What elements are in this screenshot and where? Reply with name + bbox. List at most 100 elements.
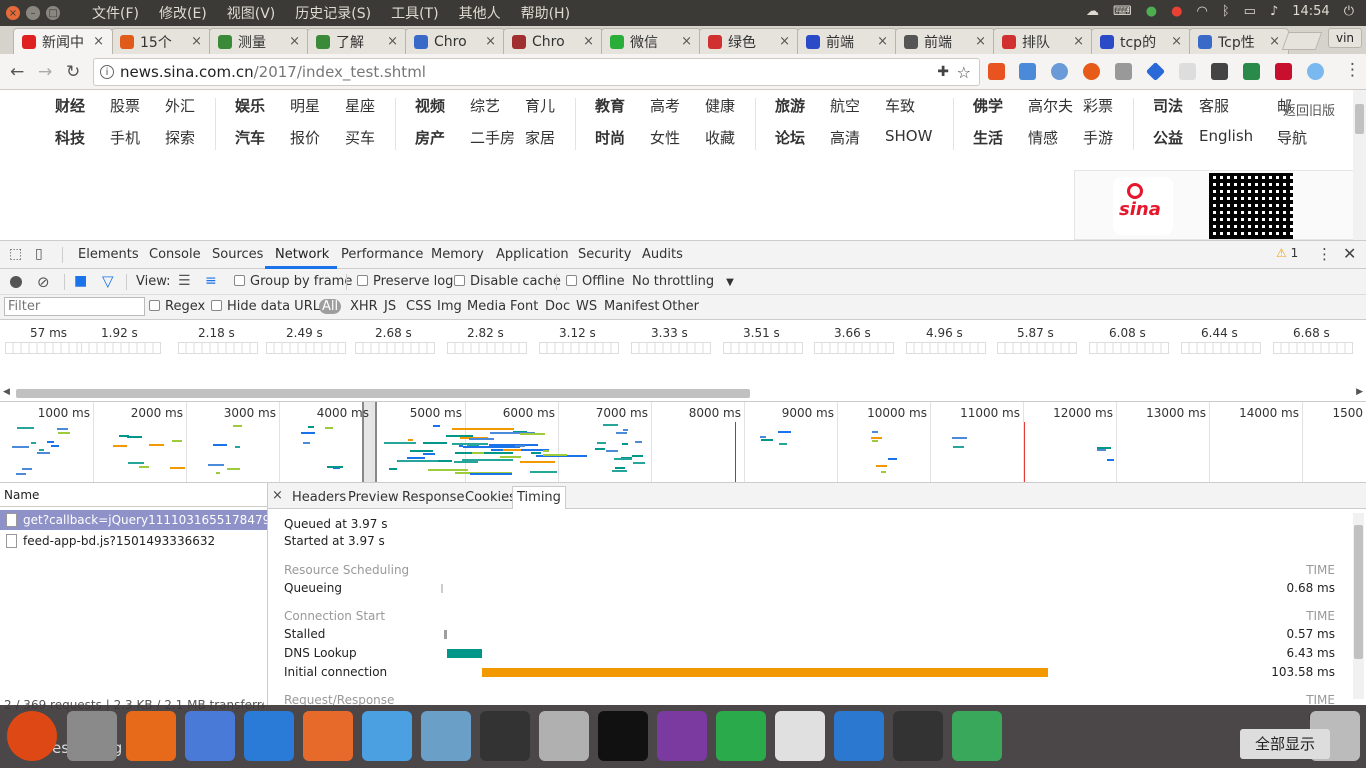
sina-nav-link[interactable]: 情感 — [1028, 127, 1058, 148]
extension-puzzle-icon[interactable]: ✚ — [937, 64, 949, 80]
sina-nav-link[interactable]: 论坛 — [775, 127, 805, 148]
telegram-tray-icon[interactable]: ● — [1146, 4, 1157, 19]
sina-nav-link[interactable]: 探索 — [165, 127, 195, 148]
filmstrip-frame[interactable] — [266, 342, 346, 354]
type-filter-xhr[interactable]: XHR — [350, 299, 378, 314]
keyboard-icon[interactable]: ⌨ — [1113, 4, 1132, 19]
browser-tab-12[interactable]: Tcp性 × — [1189, 28, 1289, 54]
menu-item-3[interactable]: 历史记录(S) — [295, 3, 371, 23]
filmstrip-frame[interactable] — [539, 342, 619, 354]
type-filter-other[interactable]: Other — [662, 299, 699, 314]
page-scrollbar[interactable] — [1353, 90, 1366, 240]
group-by-frame-checkbox[interactable]: Group by frame — [234, 274, 352, 289]
browser-tab-3[interactable]: 了解 × — [307, 28, 407, 54]
chrome-tray-icon[interactable]: ● — [1171, 4, 1182, 19]
maximize-window-icon[interactable]: □ — [46, 6, 60, 20]
browser-tab-7[interactable]: 绿色 × — [699, 28, 799, 54]
files-icon[interactable] — [67, 711, 117, 761]
sina-nav-link[interactable]: 科技 — [55, 127, 85, 148]
sina-weibo-logo[interactable]: sina — [1113, 177, 1173, 235]
extension-11-icon[interactable] — [1307, 63, 1324, 80]
firefox-icon[interactable] — [126, 711, 176, 761]
sina-nav-link[interactable]: 佛学 — [973, 95, 1003, 116]
battery-icon[interactable]: ▭ — [1244, 4, 1256, 19]
sina-nav-link[interactable]: 视频 — [415, 95, 445, 116]
filmstrip-frame[interactable] — [906, 342, 986, 354]
type-filter-manifest[interactable]: Manifest — [604, 299, 659, 314]
wifi-icon[interactable]: ◠ — [1196, 4, 1207, 19]
tab-close-icon[interactable]: × — [583, 34, 594, 49]
type-filter-js[interactable]: JS — [384, 299, 396, 314]
browser-tab-1[interactable]: 15个 × — [111, 28, 211, 54]
sina-nav-link[interactable]: 报价 — [290, 127, 320, 148]
show-all-button[interactable]: 全部显示 — [1240, 729, 1330, 759]
devtools-tab-elements[interactable]: Elements — [78, 247, 139, 262]
filmstrip-scrollbar[interactable]: ◀ ▶ — [0, 386, 1366, 401]
filmstrip-frame[interactable] — [5, 342, 85, 354]
menu-item-0[interactable]: 文件(F) — [92, 3, 139, 23]
list-view-icon[interactable]: ☰ — [178, 273, 191, 289]
tab-close-icon[interactable]: × — [1171, 34, 1182, 49]
menu-item-5[interactable]: 其他人 — [459, 3, 501, 23]
tab-close-icon[interactable]: × — [681, 34, 692, 49]
extension-4-icon[interactable] — [1083, 63, 1100, 80]
sina-nav-link[interactable]: 综艺 — [470, 95, 500, 116]
filmstrip-frame[interactable] — [814, 342, 894, 354]
request-row[interactable]: get?callback=jQuery11110316551784791... — [0, 510, 267, 530]
filmstrip-frame[interactable] — [355, 342, 435, 354]
browser-tab-4[interactable]: Chro × — [405, 28, 505, 54]
profile-button[interactable]: vin — [1328, 28, 1362, 48]
wps-presentation-icon[interactable] — [303, 711, 353, 761]
bluetooth-icon[interactable]: ᛒ — [1222, 4, 1230, 19]
type-filter-css[interactable]: CSS — [406, 299, 432, 314]
office-extension-icon[interactable] — [988, 63, 1005, 80]
tab-close-icon[interactable]: × — [289, 34, 300, 49]
sina-nav-link[interactable]: 彩票 — [1083, 95, 1113, 116]
filmstrip-frame[interactable] — [631, 342, 711, 354]
network-overview[interactable]: 1000 ms 2000 ms 3000 ms 4000 ms 5000 ms 6000 … — [0, 401, 1366, 483]
extension-5-icon[interactable] — [1115, 63, 1132, 80]
sina-nav-link[interactable]: 买车 — [345, 127, 375, 148]
return-old-version-link[interactable]: 返回旧版 — [1283, 100, 1335, 119]
chromium-icon[interactable] — [185, 711, 235, 761]
sina-nav-link[interactable]: 股票 — [110, 95, 140, 116]
sina-nav-link[interactable]: 汽车 — [235, 127, 265, 148]
purple-app-icon[interactable] — [657, 711, 707, 761]
regex-checkbox[interactable]: Regex — [149, 299, 205, 314]
devtools-tab-sources[interactable]: Sources — [212, 247, 263, 262]
sina-nav-link[interactable]: 明星 — [290, 95, 320, 116]
sina-nav-link[interactable]: 家居 — [525, 127, 555, 148]
browser-tab-9[interactable]: 前端 × — [895, 28, 995, 54]
sina-nav-link[interactable]: 导航 — [1277, 127, 1307, 148]
devtools-tab-security[interactable]: Security — [578, 247, 631, 262]
close-detail-icon[interactable]: × — [272, 488, 283, 503]
settings-icon[interactable] — [539, 711, 589, 761]
tab-close-icon[interactable]: × — [779, 34, 790, 49]
sina-nav-link[interactable]: 旅游 — [775, 95, 805, 116]
disable-cache-checkbox[interactable]: Disable cache — [454, 274, 561, 289]
sina-nav-link[interactable]: 收藏 — [705, 127, 735, 148]
waterfall-view-icon[interactable]: ≡ — [205, 273, 217, 289]
sina-nav-link[interactable]: 时尚 — [595, 127, 625, 148]
uk-software-icon[interactable] — [362, 711, 412, 761]
webstorm-icon[interactable] — [598, 711, 648, 761]
forward-arrow-icon[interactable]: → — [38, 62, 52, 82]
extension-7-icon[interactable] — [1179, 63, 1196, 80]
filter-input[interactable] — [4, 297, 145, 316]
name-column-header[interactable]: Name — [0, 483, 267, 507]
back-arrow-icon[interactable]: ← — [10, 62, 24, 82]
sina-nav-link[interactable]: 高考 — [650, 95, 680, 116]
filter-icon[interactable]: ▽ — [102, 272, 114, 290]
browser-tab-6[interactable]: 微信 × — [601, 28, 701, 54]
detail-tab-response[interactable]: Response — [402, 490, 464, 505]
capture-screenshots-icon[interactable]: ■ — [74, 273, 87, 289]
browser-tab-2[interactable]: 测量 × — [209, 28, 309, 54]
sina-nav-link[interactable]: 司法 — [1153, 95, 1183, 116]
sina-nav-link[interactable]: 公益 — [1153, 127, 1183, 148]
devtools-tab-memory[interactable]: Memory — [431, 247, 484, 262]
tab-close-icon[interactable]: × — [1073, 34, 1084, 49]
sina-nav-link[interactable]: 高尔夫 — [1028, 95, 1073, 116]
sina-nav-link[interactable]: 生活 — [973, 127, 1003, 148]
tab-close-icon[interactable]: × — [93, 34, 104, 49]
filmstrip-frame[interactable] — [723, 342, 803, 354]
